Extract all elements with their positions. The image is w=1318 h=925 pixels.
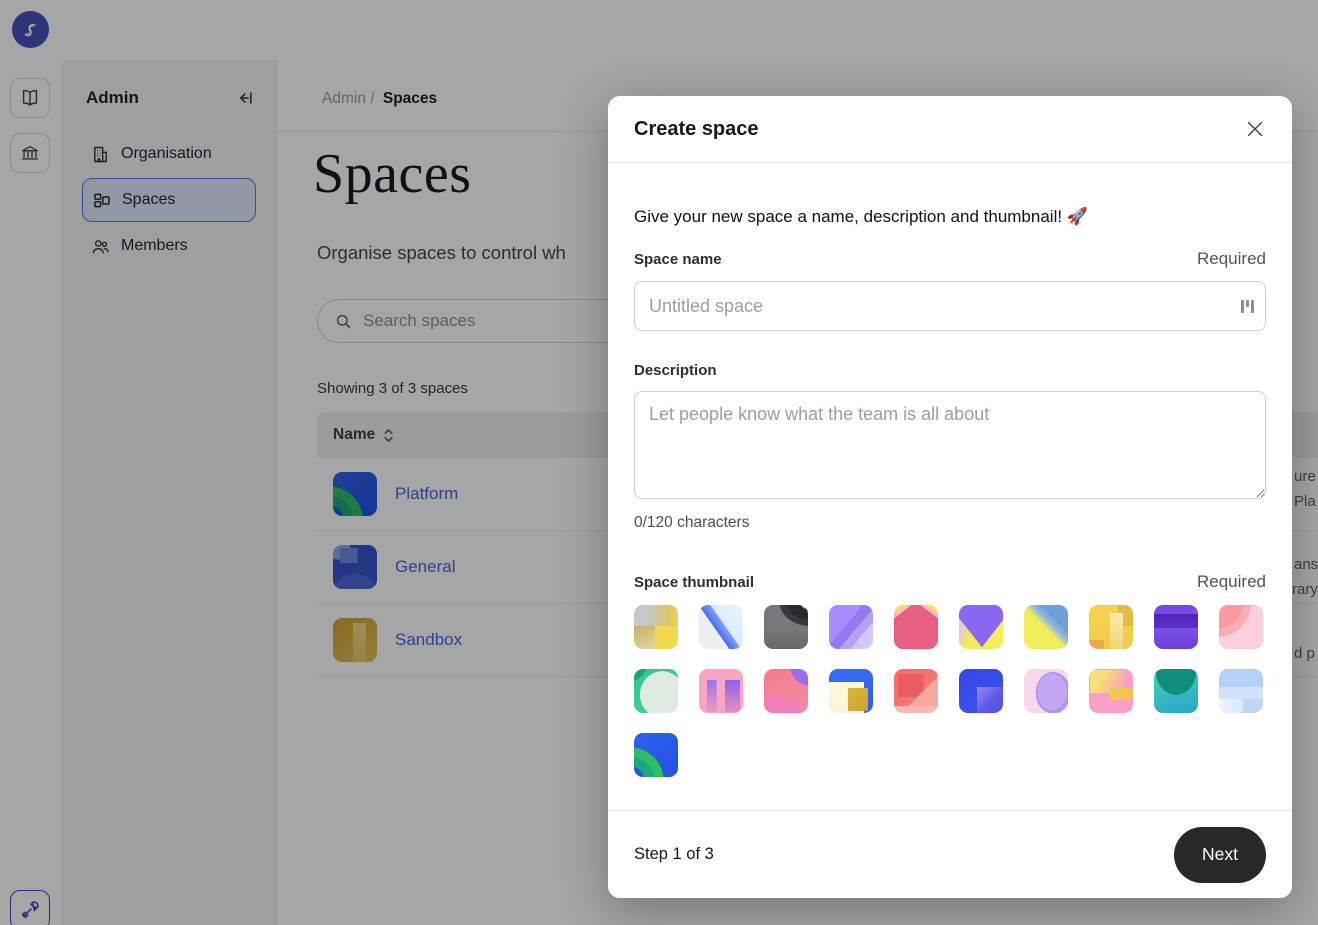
space-name-label: Space name: [634, 251, 722, 268]
thumbnail-option-pale-blue-blocks[interactable]: [1219, 669, 1263, 713]
thumbnail-option-pink-yellow-blocks[interactable]: [1089, 669, 1133, 713]
thumbnail-option-purple-diagonal[interactable]: [829, 605, 873, 649]
required-badge: Required: [1197, 572, 1266, 592]
step-indicator: Step 1 of 3: [634, 845, 714, 864]
app-screen: Admin Organisation Spaces Members: [0, 0, 1318, 925]
thumbnail-option-pink-gradient-columns[interactable]: [699, 669, 743, 713]
thumbnail-option-violet-band[interactable]: [1154, 605, 1198, 649]
thumbnail-grid: [634, 605, 1266, 777]
thumbnail-option-blue-green-arcs[interactable]: [634, 733, 678, 777]
modal-header: Create space: [608, 96, 1292, 163]
modal-intro-text: Give your new space a name, description …: [634, 207, 1062, 226]
thumbnail-option-blue-purple-corner[interactable]: [959, 669, 1003, 713]
space-thumbnail-label: Space thumbnail: [634, 574, 754, 591]
thumbnail-option-pink-coral-arc[interactable]: [1219, 605, 1263, 649]
modal-title: Create space: [634, 118, 759, 141]
thumbnail-option-coral-violet-blob[interactable]: [764, 669, 808, 713]
thumbnail-option-gray-gold-quadrants[interactable]: [634, 605, 678, 649]
description-textarea[interactable]: [634, 391, 1266, 499]
rocket-emoji: 🚀: [1067, 207, 1088, 226]
thumbnail-option-yellow-purple-peak[interactable]: [959, 605, 1003, 649]
thumbnail-option-charcoal-swoosh[interactable]: [764, 605, 808, 649]
next-button[interactable]: Next: [1174, 827, 1266, 883]
random-name-icon[interactable]: [1241, 298, 1254, 314]
modal-footer: Step 1 of 3 Next: [608, 810, 1292, 898]
modal-body: Give your new space a name, description …: [608, 163, 1292, 777]
required-badge: Required: [1197, 249, 1266, 269]
thumbnail-option-pink-v-on-yellow[interactable]: [894, 605, 938, 649]
thumbnail-option-teal-pale-circle[interactable]: [634, 669, 678, 713]
thumbnail-option-pink-lavender-ellipse[interactable]: [1024, 669, 1068, 713]
create-space-modal: Create space Give your new space a name,…: [608, 96, 1292, 898]
thumbnail-option-gold-panels[interactable]: [1089, 605, 1133, 649]
close-icon[interactable]: [1244, 118, 1266, 140]
space-name-input[interactable]: [634, 281, 1266, 331]
description-label: Description: [634, 362, 717, 379]
thumbnail-option-blue-diagonal-stripe[interactable]: [699, 605, 743, 649]
modal-intro: Give your new space a name, description …: [634, 207, 1266, 227]
thumbnail-option-blue-yellow-split[interactable]: [1024, 605, 1068, 649]
character-counter: 0/120 characters: [634, 514, 1266, 532]
thumbnail-option-blue-cream-gold[interactable]: [829, 669, 873, 713]
thumbnail-option-teal-dome[interactable]: [1154, 669, 1198, 713]
thumbnail-option-red-folded[interactable]: [894, 669, 938, 713]
